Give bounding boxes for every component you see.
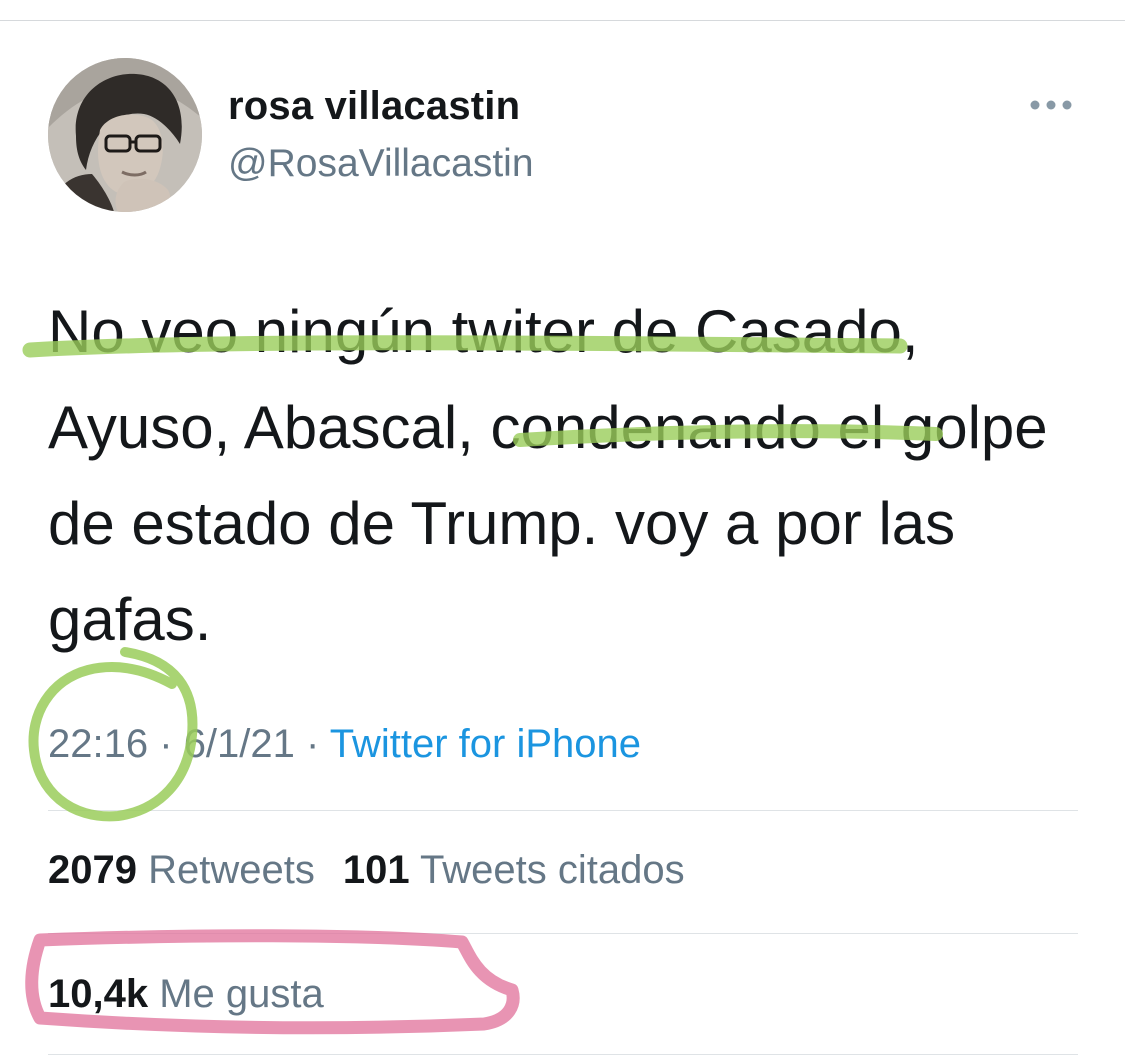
retweets-count: 2079: [48, 848, 137, 892]
retweets-stat[interactable]: 2079 Retweets: [48, 848, 315, 892]
more-horizontal-icon[interactable]: [1028, 92, 1074, 118]
retweet-stats-row: 2079 Retweets 101 Tweets citados: [48, 848, 685, 893]
quotes-stat[interactable]: 101 Tweets citados: [343, 848, 685, 892]
divider: [48, 810, 1078, 811]
divider: [48, 933, 1078, 934]
meta-separator: ·: [306, 722, 320, 766]
likes-stats-row: 10,4k Me gusta: [48, 972, 324, 1017]
tweet-text: No veo ningún twiter de Casado, Ayuso, A…: [48, 298, 1048, 653]
quotes-count: 101: [342, 848, 410, 892]
profile-photo-icon: [48, 58, 202, 212]
tweet-date: 6/1/21: [183, 722, 295, 766]
likes-label: Me gusta: [159, 972, 324, 1016]
retweets-label: Retweets: [148, 848, 315, 892]
top-divider: [0, 20, 1125, 21]
divider: [48, 1054, 1078, 1055]
quotes-label: Tweets citados: [420, 848, 685, 892]
meta-separator: ·: [159, 722, 173, 766]
user-handle[interactable]: @RosaVillacastin: [228, 142, 534, 186]
likes-stat[interactable]: 10,4k Me gusta: [48, 972, 324, 1016]
likes-count: 10,4k: [48, 972, 149, 1016]
tweet-meta: 22:16 · 6/1/21 · Twitter for iPhone: [48, 722, 641, 767]
display-name[interactable]: rosa villacastin: [228, 84, 520, 129]
tweet-source-link[interactable]: Twitter for iPhone: [330, 722, 641, 766]
avatar[interactable]: [48, 58, 202, 212]
tweet-time: 22:16: [48, 722, 149, 766]
